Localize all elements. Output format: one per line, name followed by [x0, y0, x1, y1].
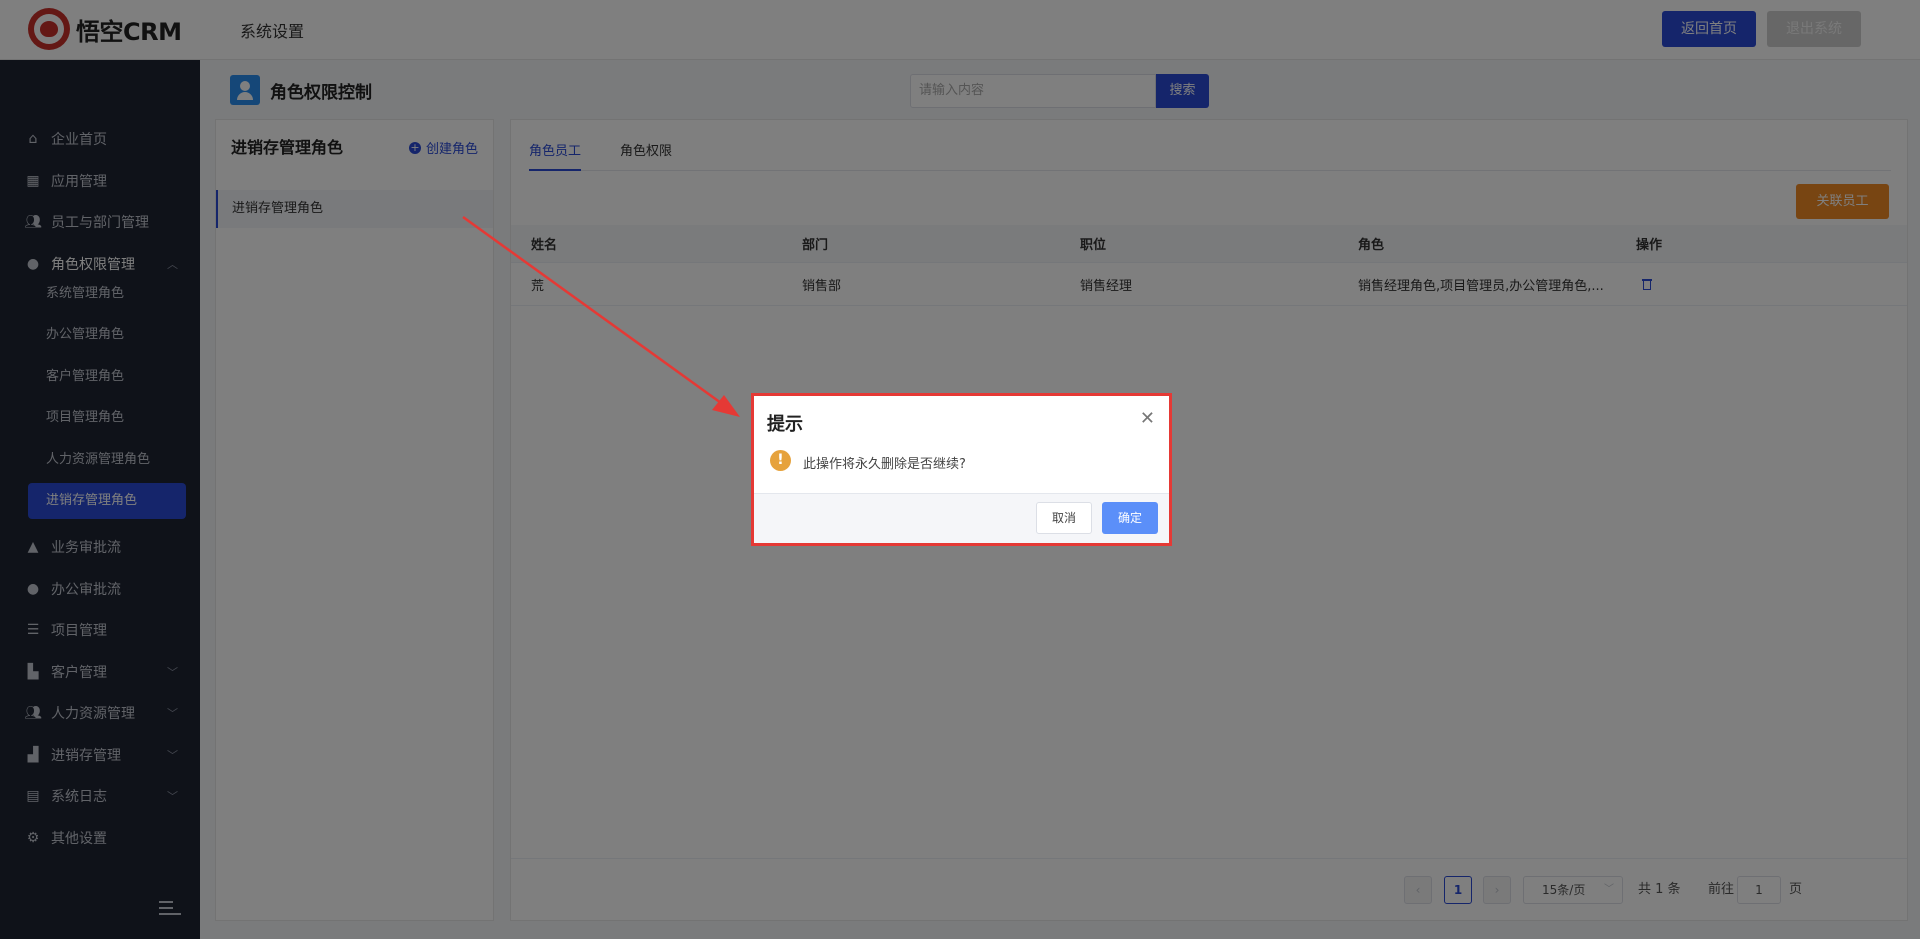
warning-icon: !	[770, 450, 791, 471]
dialog-message: 此操作将永久删除是否继续?	[803, 457, 966, 472]
cancel-button[interactable]: 取消	[1036, 502, 1092, 534]
close-icon[interactable]: ✕	[1140, 410, 1155, 428]
confirm-dialog: 提示 ✕ ! 此操作将永久删除是否继续? 取消 确定	[751, 393, 1172, 546]
dialog-footer: 取消 确定	[754, 493, 1169, 543]
confirm-button[interactable]: 确定	[1102, 502, 1158, 534]
dialog-title: 提示	[767, 414, 803, 435]
